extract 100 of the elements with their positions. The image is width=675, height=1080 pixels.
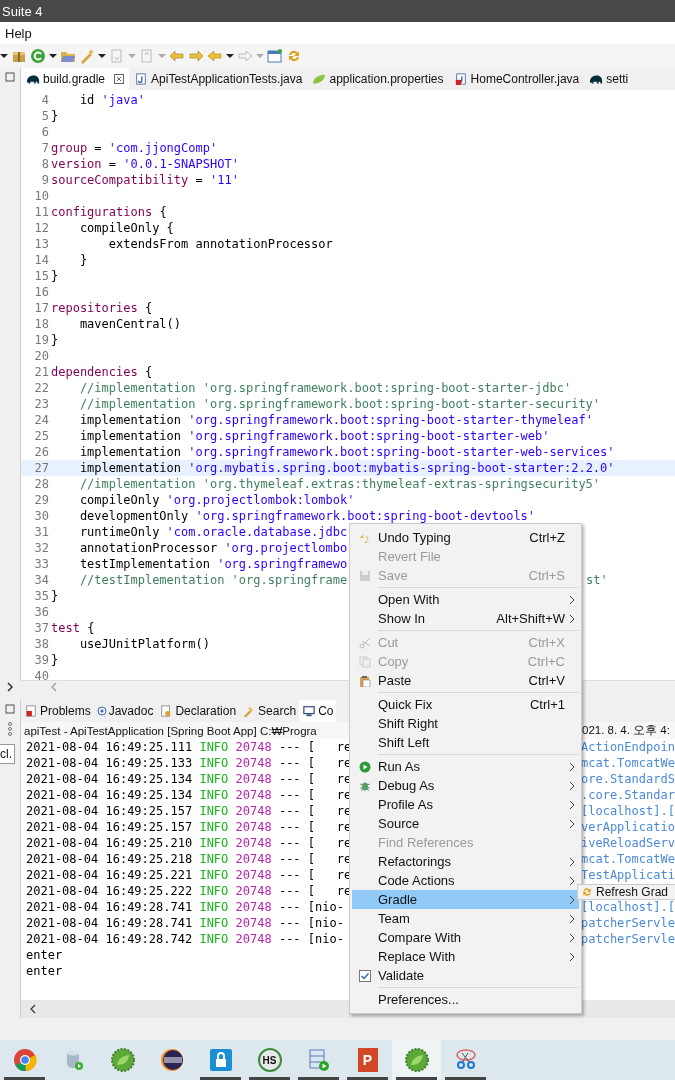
log-text: ore.StandardS bbox=[581, 771, 675, 787]
code-line: compileOnly 'org.projectlombok:lombok' bbox=[78, 492, 355, 508]
restore-icon bbox=[5, 72, 15, 82]
line-number: 9 bbox=[40, 172, 49, 188]
code-line: //testImplementation 'org.springframe bbox=[78, 572, 348, 588]
editor-tab[interactable]: build.gradle bbox=[21, 68, 130, 90]
log-text: [localhost].[ bbox=[581, 899, 675, 915]
code-line: //implementation 'org.thymeleaf.extras:thymeleaf-extras-springsecurity5' bbox=[78, 476, 601, 492]
close-icon[interactable] bbox=[114, 74, 125, 84]
menu-item[interactable]: Preferences... bbox=[352, 990, 579, 1009]
editor-tab[interactable]: application.properties bbox=[307, 68, 449, 90]
running-indicator bbox=[249, 1077, 290, 1080]
restore-button[interactable] bbox=[5, 72, 15, 82]
menu-item[interactable]: Replace With bbox=[352, 947, 579, 966]
chevron-left-icon[interactable] bbox=[29, 1004, 37, 1014]
panel-tab[interactable]: Javadoc bbox=[93, 700, 157, 722]
menu-item[interactable]: Shift Left bbox=[352, 733, 579, 752]
line-number: 22 bbox=[33, 380, 49, 396]
caret-icon[interactable] bbox=[98, 53, 106, 59]
taskbar-button[interactable]: P bbox=[343, 1040, 392, 1080]
menu-item[interactable]: Code Actions bbox=[352, 871, 579, 890]
line-number: 10 bbox=[33, 188, 49, 204]
line-number: 33 bbox=[33, 556, 49, 572]
log-text: mcat.TomcatWe bbox=[581, 755, 675, 771]
menu-item[interactable]: Paste Ctrl+V bbox=[352, 671, 579, 690]
log-text: [localhost].[ bbox=[581, 803, 675, 819]
menu-item[interactable]: Validate bbox=[352, 966, 579, 985]
line-number: 17 bbox=[33, 300, 49, 316]
line-number: 11 bbox=[33, 204, 49, 220]
menu-item[interactable]: Quick Fix Ctrl+1 bbox=[352, 695, 579, 714]
leaf-icon bbox=[110, 1048, 135, 1072]
line-number: 31 bbox=[33, 524, 49, 540]
code-line: implementation 'org.mybatis.spring.boot:mybatis-spring-boot-starter:2.2.0' bbox=[78, 460, 615, 476]
code-line: sourceCompatibility = '11' bbox=[51, 172, 239, 188]
menu-item[interactable]: Show In Alt+Shift+W bbox=[352, 609, 579, 628]
editor-tab[interactable]: HomeController.java bbox=[448, 68, 585, 90]
scissors-icon bbox=[453, 1048, 478, 1072]
line-number: 29 bbox=[33, 492, 49, 508]
running-indicator bbox=[4, 1077, 45, 1080]
chevron-right-icon bbox=[569, 932, 575, 943]
menu-item[interactable]: Refactorings bbox=[352, 852, 579, 871]
line-number: 34 bbox=[33, 572, 49, 588]
line-number: 13 bbox=[33, 236, 49, 252]
checkbox[interactable] bbox=[359, 969, 371, 982]
leaf-icon bbox=[404, 1048, 429, 1072]
menu-item[interactable]: Profile As bbox=[352, 795, 579, 814]
sync-icon[interactable] bbox=[286, 48, 302, 64]
caret-icon[interactable] bbox=[0, 53, 8, 59]
clipboard-icon bbox=[359, 674, 371, 687]
back-arrow-icon[interactable] bbox=[169, 48, 185, 64]
menu-item[interactable]: Source bbox=[352, 814, 579, 833]
window-icon[interactable] bbox=[267, 48, 283, 64]
code-line: implementation 'org.springframework.boot:spring-boot-starter-thymeleaf' bbox=[78, 412, 593, 428]
more-icon[interactable] bbox=[7, 722, 13, 736]
problems-icon bbox=[24, 705, 38, 717]
line-number: 25 bbox=[33, 428, 49, 444]
menu-item[interactable]: Run As bbox=[352, 757, 579, 776]
menu-item[interactable]: Debug As bbox=[352, 776, 579, 795]
code-line: } bbox=[51, 108, 59, 124]
code-line: runtimeOnly 'com.oracle.database.jdbc bbox=[78, 524, 348, 540]
log-text: iveReloadServ bbox=[581, 835, 675, 851]
menu-item[interactable]: Open With bbox=[352, 590, 579, 609]
caret-icon[interactable] bbox=[49, 53, 57, 59]
running-indicator bbox=[298, 1077, 339, 1080]
line-number: 14 bbox=[33, 252, 49, 268]
line-number: 26 bbox=[33, 444, 49, 460]
panel-tab[interactable]: Co bbox=[299, 700, 337, 722]
taskbar-button[interactable]: HS bbox=[245, 1040, 294, 1080]
console-title: apiTest - ApiTestApplication [Spring Boot App] C:₩Progra bbox=[24, 724, 317, 737]
chevron-right-icon[interactable] bbox=[6, 681, 14, 692]
panel-tab[interactable]: Declaration bbox=[156, 700, 240, 722]
caret-icon[interactable] bbox=[226, 53, 234, 59]
menu-item[interactable]: Team bbox=[352, 909, 579, 928]
taskbar-button[interactable] bbox=[392, 1040, 441, 1080]
filter-field[interactable]: cl. bbox=[0, 744, 15, 764]
line-number: 5 bbox=[40, 108, 49, 124]
menu-item[interactable]: Undo Typing Ctrl+Z bbox=[352, 528, 579, 547]
log-text: TestApplicati bbox=[581, 867, 675, 883]
log-line: 2021-08-04 16:49:28.741 INFO 20748 --- [nio- bbox=[26, 900, 344, 914]
restore-button[interactable] bbox=[5, 704, 15, 714]
menu-item[interactable]: Help bbox=[5, 25, 32, 41]
editor-tab[interactable]: setti bbox=[584, 68, 634, 90]
menu-item[interactable]: Compare With bbox=[352, 928, 579, 947]
code-line: version = '0.0.1-SNAPSHOT' bbox=[51, 156, 239, 172]
log-text: .core.Standar bbox=[581, 787, 675, 803]
menu-item[interactable]: Refresh Grad bbox=[578, 885, 675, 899]
menu-item[interactable]: Gradle bbox=[352, 890, 579, 909]
code-line: //implementation 'org.springframework.boot:spring-boot-starter-jdbc' bbox=[78, 380, 572, 396]
editor-tab[interactable]: ApiTestApplicationTests.java bbox=[129, 68, 308, 90]
panel-tab[interactable]: Problems bbox=[21, 700, 94, 722]
code-line: useJUnitPlatform() bbox=[78, 636, 210, 652]
forward-arrow-icon[interactable] bbox=[188, 48, 204, 64]
code-line: id 'java' bbox=[78, 92, 145, 108]
line-number: 18 bbox=[33, 316, 49, 332]
line-number: 12 bbox=[33, 220, 49, 236]
line-number: 39 bbox=[33, 652, 49, 668]
menu-item[interactable]: Shift Right bbox=[352, 714, 579, 733]
code-line: configurations { bbox=[51, 204, 167, 220]
panel-tab[interactable]: Search bbox=[239, 700, 300, 722]
code-line: extendsFrom annotationProcessor bbox=[107, 236, 333, 252]
